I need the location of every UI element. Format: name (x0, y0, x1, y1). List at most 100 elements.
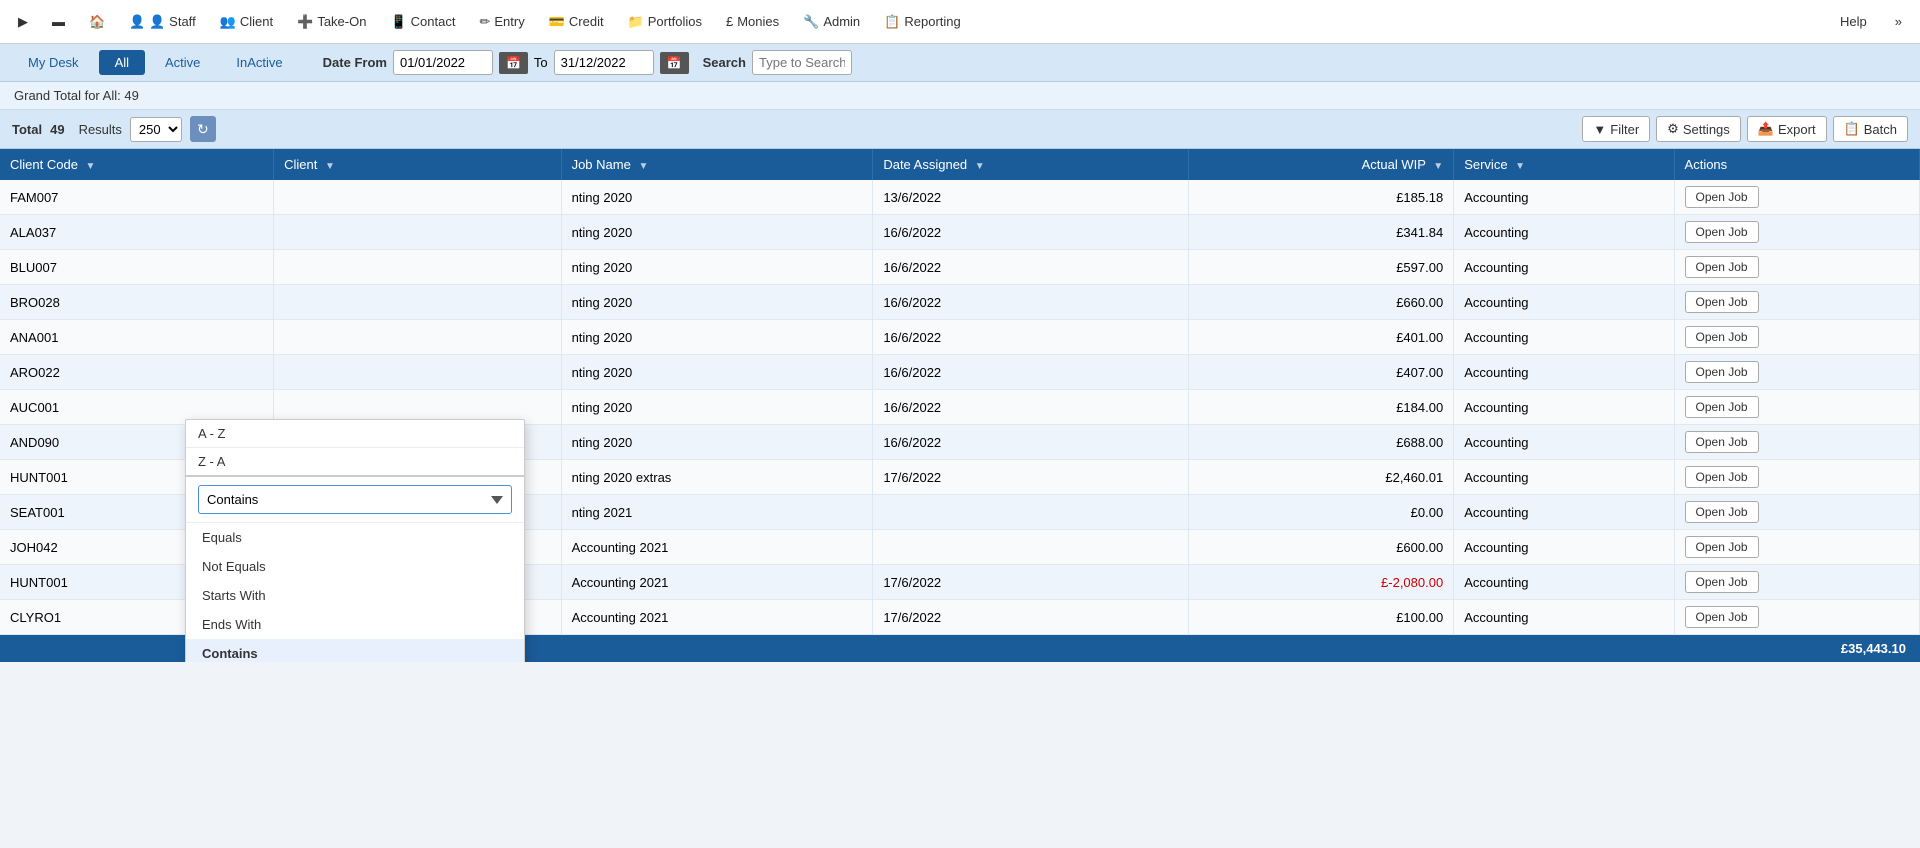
cell-job-name: nting 2020 (561, 285, 873, 320)
cell-service: Accounting (1454, 600, 1674, 635)
sort-za-option[interactable]: Z - A (186, 448, 524, 477)
reporting-nav[interactable]: 📋 Reporting (874, 8, 971, 36)
sort-arrow-date: ▼ (975, 161, 985, 172)
filter-button[interactable]: ▼ Filter (1582, 116, 1650, 142)
table-row: ALA037nting 202016/6/2022£341.84Accounti… (0, 215, 1920, 250)
cell-date-assigned (873, 530, 1189, 565)
date-to-calendar-button[interactable]: 📅 (660, 52, 689, 74)
filter-item-starts-with[interactable]: Starts With (186, 581, 524, 610)
cell-actual-wip: £597.00 (1189, 250, 1454, 285)
contact-nav[interactable]: 📱 Contact (380, 8, 465, 36)
open-job-button[interactable]: Open Job (1685, 501, 1759, 523)
cell-date-assigned: 17/6/2022 (873, 460, 1189, 495)
cell-service: Accounting (1454, 180, 1674, 215)
open-job-button[interactable]: Open Job (1685, 606, 1759, 628)
open-job-button[interactable]: Open Job (1685, 396, 1759, 418)
table-container: Client Code ▼ Client ▼ Job Name ▼ Date A… (0, 149, 1920, 662)
cell-date-assigned: 16/6/2022 (873, 285, 1189, 320)
filter-type-select[interactable]: Equals Not Equals Starts With Ends With … (198, 485, 512, 514)
col-client-code[interactable]: Client Code ▼ (0, 149, 274, 180)
table-row: BLU007nting 202016/6/2022£597.00Accounti… (0, 250, 1920, 285)
export-label: Export (1778, 122, 1816, 137)
search-input[interactable] (752, 50, 852, 75)
cell-actual-wip: £-2,080.00 (1189, 565, 1454, 600)
table-row: ANA001nting 202016/6/2022£401.00Accounti… (0, 320, 1920, 355)
tab-all[interactable]: All (99, 50, 145, 75)
admin-nav[interactable]: 🔧 Admin (793, 8, 870, 36)
date-from-calendar-button[interactable]: 📅 (499, 52, 528, 74)
batch-label: Batch (1864, 122, 1897, 137)
date-from-input[interactable] (393, 50, 493, 75)
open-job-button[interactable]: Open Job (1685, 256, 1759, 278)
menu-nav[interactable]: ▬ (42, 8, 75, 35)
total-number: 49 (50, 122, 64, 137)
cell-job-name: nting 2020 extras (561, 460, 873, 495)
cell-actual-wip: £184.00 (1189, 390, 1454, 425)
cell-date-assigned (873, 495, 1189, 530)
cell-service: Accounting (1454, 495, 1674, 530)
cell-actions: Open Job (1674, 390, 1919, 425)
column-filter-dropdown: A - Z Z - A Equals Not Equals Starts Wit… (185, 419, 525, 662)
col-date-assigned[interactable]: Date Assigned ▼ (873, 149, 1189, 180)
cell-actions: Open Job (1674, 320, 1919, 355)
open-job-button[interactable]: Open Job (1685, 571, 1759, 593)
cell-job-name: nting 2020 (561, 250, 873, 285)
filter-item-equals[interactable]: Equals (186, 523, 524, 552)
cell-actual-wip: £401.00 (1189, 320, 1454, 355)
col-client[interactable]: Client ▼ (274, 149, 561, 180)
cell-client-code: FAM007 (0, 180, 274, 215)
monies-nav[interactable]: £ Monies (716, 8, 789, 35)
settings-icon: ⚙ (1667, 121, 1679, 137)
col-service[interactable]: Service ▼ (1454, 149, 1674, 180)
table-row: FAM007nting 202013/6/2022£185.18Accounti… (0, 180, 1920, 215)
tab-mydesk[interactable]: My Desk (12, 50, 95, 75)
filter-item-not-equals[interactable]: Not Equals (186, 552, 524, 581)
open-job-button[interactable]: Open Job (1685, 466, 1759, 488)
filter-item-contains[interactable]: Contains (186, 639, 524, 662)
portfolios-nav[interactable]: 📁 Portfolios (618, 8, 712, 36)
arrow-nav[interactable]: ▶ (8, 8, 38, 36)
tab-active[interactable]: Active (149, 50, 216, 75)
cell-job-name: nting 2021 (561, 495, 873, 530)
date-to-input[interactable] (554, 50, 654, 75)
staff-nav[interactable]: 👤 👤 Staff (119, 8, 206, 36)
cell-job-name: Accounting 2021 (561, 565, 873, 600)
export-button[interactable]: 📤 Export (1747, 116, 1827, 142)
total-label: Total (12, 122, 42, 137)
col-job-name[interactable]: Job Name ▼ (561, 149, 873, 180)
cell-service: Accounting (1454, 530, 1674, 565)
entry-nav[interactable]: ✏ Entry (469, 8, 534, 36)
more-nav[interactable]: » (1885, 8, 1912, 35)
tab-inactive[interactable]: InActive (220, 50, 298, 75)
results-select[interactable]: 250 100 500 (130, 117, 182, 142)
cell-actions: Open Job (1674, 565, 1919, 600)
open-job-button[interactable]: Open Job (1685, 326, 1759, 348)
takeon-nav[interactable]: ➕ Take-On (287, 8, 376, 36)
to-label: To (534, 55, 548, 70)
open-job-button[interactable]: Open Job (1685, 221, 1759, 243)
filter-item-ends-with[interactable]: Ends With (186, 610, 524, 639)
sort-az-option[interactable]: A - Z (186, 420, 524, 448)
cell-actions: Open Job (1674, 495, 1919, 530)
col-actual-wip[interactable]: Actual WIP ▼ (1189, 149, 1454, 180)
home-nav[interactable]: 🏠 (79, 8, 115, 36)
credit-nav[interactable]: 💳 Credit (539, 8, 614, 36)
settings-button[interactable]: ⚙ Settings (1656, 116, 1741, 142)
open-job-button[interactable]: Open Job (1685, 361, 1759, 383)
cell-date-assigned: 16/6/2022 (873, 215, 1189, 250)
refresh-button[interactable]: ↻ (190, 116, 216, 142)
batch-button[interactable]: 📋 Batch (1833, 116, 1908, 142)
cell-actions: Open Job (1674, 285, 1919, 320)
client-nav[interactable]: 👥 Client (210, 8, 283, 36)
cell-client-code: ALA037 (0, 215, 274, 250)
table-row: BRO028nting 202016/6/2022£660.00Accounti… (0, 285, 1920, 320)
cell-actions: Open Job (1674, 530, 1919, 565)
open-job-button[interactable]: Open Job (1685, 431, 1759, 453)
open-job-button[interactable]: Open Job (1685, 291, 1759, 313)
open-job-button[interactable]: Open Job (1685, 536, 1759, 558)
filter-icon: ▼ (1593, 122, 1606, 137)
cell-job-name: nting 2020 (561, 180, 873, 215)
help-nav[interactable]: Help (1830, 8, 1877, 35)
open-job-button[interactable]: Open Job (1685, 186, 1759, 208)
cell-actions: Open Job (1674, 180, 1919, 215)
